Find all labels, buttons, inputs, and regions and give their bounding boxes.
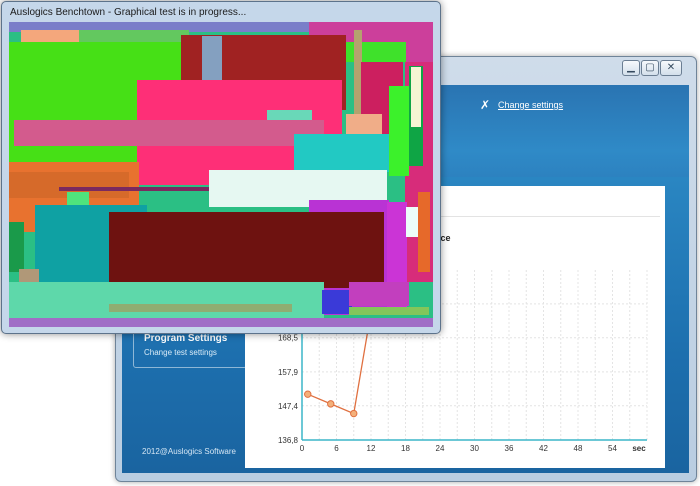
x-tick-label: 36 [505, 444, 514, 453]
x-tick-label: 0 [300, 444, 305, 453]
graphical-test-window: Auslogics Benchtown - Graphical test is … [1, 1, 441, 334]
x-tick-label: 42 [539, 444, 548, 453]
minimize-button[interactable]: ▁ [622, 60, 640, 76]
y-tick-label: 168,5 [278, 334, 299, 343]
data-point [350, 409, 358, 418]
data-point [304, 390, 312, 398]
x-tick-label: 30 [470, 444, 479, 453]
maximize-button[interactable]: ▢ [641, 60, 659, 76]
x-tick-label: 54 [608, 444, 617, 453]
x-tick-label: 24 [436, 444, 445, 453]
wrench-icon: ✗ [480, 98, 491, 112]
copyright-text: 2012@Auslogics Software [142, 447, 236, 456]
x-tick-label: 48 [574, 444, 583, 453]
data-point [327, 400, 335, 408]
window-title: Auslogics Benchtown - Graphical test is … [10, 7, 247, 18]
close-button[interactable]: ✕ [660, 60, 682, 76]
y-tick-label: 136,8 [278, 436, 299, 445]
x-tick-label: 18 [401, 444, 410, 453]
program-settings-subtitle: Change test settings [144, 348, 217, 357]
x-tick-label: 12 [367, 444, 376, 453]
graphics-test-canvas [9, 22, 433, 327]
program-settings-title: Program Settings [144, 333, 228, 344]
y-tick-label: 157,9 [278, 368, 299, 377]
change-settings-link[interactable]: Change settings [498, 100, 563, 110]
x-axis-label: sec [632, 444, 646, 453]
x-tick-label: 6 [334, 444, 339, 453]
y-tick-label: 147,4 [278, 402, 299, 411]
